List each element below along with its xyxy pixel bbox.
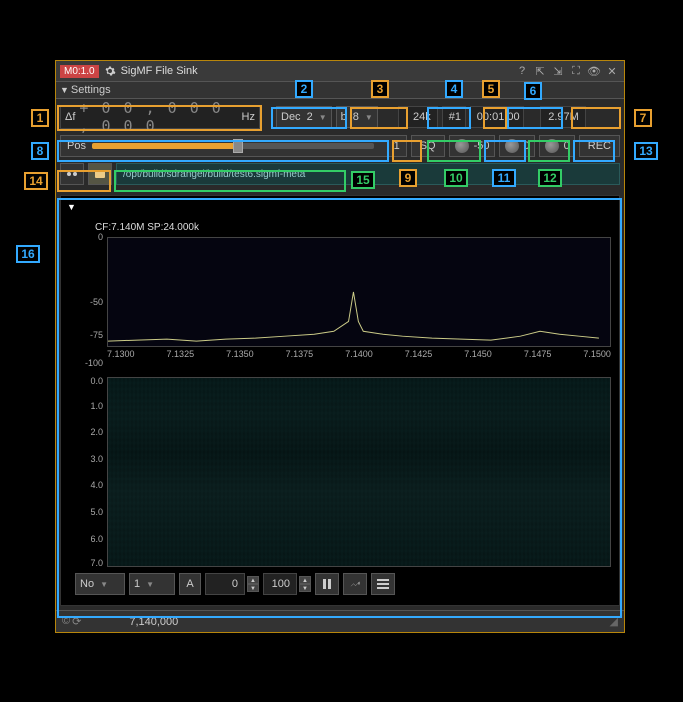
module-badge: M0:1.0 xyxy=(60,65,99,78)
dial-2[interactable] xyxy=(504,138,520,154)
chevron-down-icon: ▼ xyxy=(365,113,373,122)
spectrum-toggle-button[interactable] xyxy=(60,163,84,185)
spectrum-y-axis: 0 -50 -75 -100 xyxy=(75,237,105,367)
status-icons: © ⟳ xyxy=(62,615,81,628)
ref-level-spinner[interactable]: 0 ▲▼ xyxy=(205,573,259,595)
avg-count-select[interactable]: 1 ▼ xyxy=(129,573,175,595)
position-slider[interactable] xyxy=(92,143,374,149)
sq-button[interactable]: SQ xyxy=(411,135,445,157)
spectrum-title: CF:7.140M SP:24.000k xyxy=(95,222,615,233)
position-slider-group: Pos 1 xyxy=(60,135,407,157)
pos-value: 1 xyxy=(380,140,400,152)
pre-trigger-dial-group: 0 xyxy=(499,135,535,157)
collapse-triangle-icon: ▼ xyxy=(60,85,69,95)
size-display: 2.97M xyxy=(540,106,586,128)
center-freq-display: 7,140,000 xyxy=(129,616,178,628)
waterfall-y-axis: 0.0 1.0 2.0 3.0 4.0 5.0 6.0 7.0 xyxy=(75,377,105,567)
spectrum-canvas[interactable] xyxy=(107,237,611,347)
spectrum-area: ▼ CF:7.140M SP:24.000k 0 -50 -75 -100 7.… xyxy=(60,195,620,606)
window-title: SigMF File Sink xyxy=(121,65,510,77)
sample-rate-display: 24k xyxy=(398,106,438,128)
hide-icon[interactable]: 👁 xyxy=(586,63,602,79)
slider-thumb[interactable] xyxy=(233,139,243,153)
reload-icon[interactable]: ⟳ xyxy=(72,615,81,628)
annotation-8: 8 xyxy=(31,142,49,160)
dial-3[interactable] xyxy=(544,138,560,154)
clear-button[interactable] xyxy=(343,573,367,595)
pos-label: Pos xyxy=(67,140,86,152)
hash-display: #1 xyxy=(442,106,466,128)
settings-header[interactable]: ▼ Settings xyxy=(56,81,624,99)
status-bar: © ⟳ 7,140,000 ◢ xyxy=(56,610,624,632)
file-select-button[interactable] xyxy=(88,163,112,185)
titlebar-actions: ? ⇱ ⇲ ⛶ 👁 ✕ xyxy=(514,63,620,79)
annotation-16: 16 xyxy=(16,245,40,263)
help-icon[interactable]: ? xyxy=(514,63,530,79)
spectrum-plot: 0 -50 -75 -100 7.1300 7.1325 7.1350 7.13… xyxy=(75,237,615,367)
chevron-down-icon: ▼ xyxy=(319,113,327,122)
annotation-7: 7 xyxy=(634,109,652,127)
export-icon[interactable]: ⇱ xyxy=(532,63,548,79)
close-icon[interactable]: ✕ xyxy=(604,63,620,79)
spectrum-bottom-controls: No ▼ 1 ▼ A 0 ▲▼ 100 ▲▼ xyxy=(65,567,615,601)
copyright-icon[interactable]: © xyxy=(62,615,70,628)
spin-up-icon[interactable]: ▲ xyxy=(247,576,259,584)
time-display: 00:01:00 xyxy=(470,106,524,128)
bits-select[interactable]: b 8 ▼ xyxy=(336,106,378,128)
triangle-icon: ▼ xyxy=(67,202,76,212)
a-button[interactable]: A xyxy=(179,573,201,595)
avg-mode-select[interactable]: No ▼ xyxy=(75,573,125,595)
controls-area: Δf + 0 0 , 0 0 0 , 0 0 0 Hz Dec 2 ▼ b 8 … xyxy=(56,99,624,191)
rec-button[interactable]: REC xyxy=(579,135,620,157)
resize-grip-icon[interactable]: ◢ xyxy=(610,615,618,628)
freq-unit: Hz xyxy=(242,111,255,123)
row-2: Pos 1 SQ -50 0 0 REC xyxy=(60,135,620,157)
titlebar: M0:1.0 SigMF File Sink ? ⇱ ⇲ ⛶ 👁 ✕ xyxy=(56,61,624,81)
filepath-display: /opt/build/sdrangel/build/test6.sigmf-me… xyxy=(116,163,620,185)
sigmf-panel: M0:1.0 SigMF File Sink ? ⇱ ⇲ ⛶ 👁 ✕ ▼ Set… xyxy=(55,60,625,633)
gear-icon[interactable] xyxy=(103,64,117,78)
dial-1[interactable] xyxy=(454,138,470,154)
waterfall-canvas[interactable] xyxy=(107,377,611,567)
spin-down-icon[interactable]: ▼ xyxy=(247,584,259,592)
delta-f-label: Δf xyxy=(65,111,75,123)
pause-button[interactable] xyxy=(315,573,339,595)
freq-digits[interactable]: + 0 0 , 0 0 0 , 0 0 0 xyxy=(79,99,237,135)
waterfall-plot: 0.0 1.0 2.0 3.0 4.0 5.0 6.0 7.0 xyxy=(75,377,615,567)
decimation-select[interactable]: Dec 2 ▼ xyxy=(276,106,332,128)
annotation-1: 1 xyxy=(31,109,49,127)
range-spinner[interactable]: 100 ▲▼ xyxy=(263,573,311,595)
annotation-13: 13 xyxy=(634,142,658,160)
chevron-down-icon: ▼ xyxy=(100,580,108,589)
row-1: Δf + 0 0 , 0 0 0 , 0 0 0 Hz Dec 2 ▼ b 8 … xyxy=(60,105,620,129)
grid-button[interactable] xyxy=(371,573,395,595)
expand-icon[interactable]: ⛶ xyxy=(568,63,584,79)
collapse-icon[interactable]: ⇲ xyxy=(550,63,566,79)
settings-label: Settings xyxy=(71,84,111,96)
spectrum-x-axis: 7.1300 7.1325 7.1350 7.1375 7.1400 7.142… xyxy=(107,349,611,367)
spectrum-header: ▼ xyxy=(65,200,615,214)
spin-up-icon[interactable]: ▲ xyxy=(299,576,311,584)
row-3: /opt/build/sdrangel/build/test6.sigmf-me… xyxy=(60,163,620,185)
post-trigger-dial-group: 0 xyxy=(539,135,575,157)
squelch-dial-group: -50 xyxy=(449,135,495,157)
chevron-down-icon: ▼ xyxy=(146,580,154,589)
frequency-offset[interactable]: Δf + 0 0 , 0 0 0 , 0 0 0 Hz xyxy=(60,105,260,129)
spin-down-icon[interactable]: ▼ xyxy=(299,584,311,592)
annotation-14: 14 xyxy=(24,172,48,190)
